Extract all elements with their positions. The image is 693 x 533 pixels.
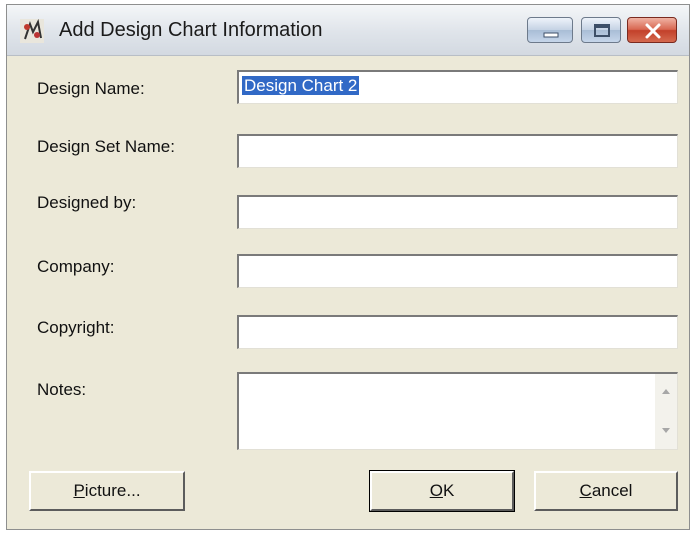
notes-textarea[interactable] bbox=[237, 372, 678, 450]
title-bar[interactable]: Add Design Chart Information bbox=[7, 5, 689, 56]
design-set-name-label: Design Set Name: bbox=[37, 137, 175, 156]
designed-by-field[interactable] bbox=[237, 195, 678, 229]
add-design-chart-dialog: Add Design Chart Information Design Name… bbox=[6, 4, 690, 530]
ok-button-mnemonic: O bbox=[429, 481, 443, 500]
design-name-field[interactable]: Design Chart 2 bbox=[237, 70, 678, 104]
copyright-label: Copyright: bbox=[37, 318, 115, 337]
picture-button-mnemonic: P bbox=[73, 481, 85, 500]
window-title: Add Design Chart Information bbox=[59, 19, 323, 41]
design-set-name-field[interactable] bbox=[237, 134, 678, 168]
notes-scrollbar[interactable] bbox=[655, 374, 677, 449]
close-icon bbox=[645, 23, 661, 39]
close-button[interactable] bbox=[627, 17, 677, 43]
design-name-value: Design Chart 2 bbox=[242, 76, 360, 95]
maximize-icon bbox=[594, 24, 610, 37]
scroll-down-icon[interactable] bbox=[659, 426, 673, 436]
ok-button[interactable]: OK bbox=[369, 470, 515, 512]
notes-value bbox=[239, 374, 677, 382]
maximize-button[interactable] bbox=[581, 17, 621, 43]
notes-label: Notes: bbox=[37, 380, 87, 399]
minimize-button[interactable] bbox=[527, 17, 573, 43]
picture-button[interactable]: Picture... bbox=[29, 471, 185, 511]
minimize-icon bbox=[543, 32, 559, 38]
cancel-button-mnemonic: C bbox=[579, 481, 592, 500]
cancel-button[interactable]: Cancel bbox=[534, 471, 678, 511]
design-name-label: Design Name: bbox=[37, 79, 145, 98]
ok-button-label: K bbox=[442, 481, 455, 500]
picture-button-label: icture... bbox=[84, 481, 141, 500]
cancel-button-label: ancel bbox=[591, 481, 633, 500]
company-field[interactable] bbox=[237, 254, 678, 288]
copyright-field[interactable] bbox=[237, 315, 678, 349]
scroll-up-icon[interactable] bbox=[659, 386, 673, 396]
company-label: Company: bbox=[37, 257, 115, 276]
app-icon bbox=[20, 18, 44, 43]
designed-by-label: Designed by: bbox=[37, 193, 137, 212]
